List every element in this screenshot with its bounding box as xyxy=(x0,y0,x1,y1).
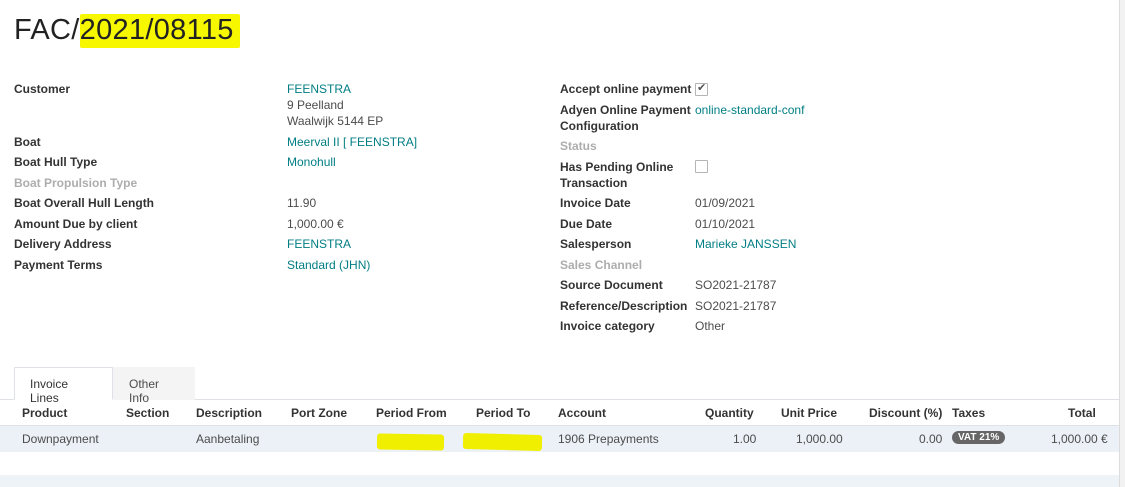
boat-label: Boat xyxy=(14,135,41,149)
tab-invoice-lines[interactable]: Invoice Lines xyxy=(14,367,113,405)
cell-description: Aanbetaling xyxy=(196,432,260,446)
accept-online-label: Accept online payment xyxy=(560,82,692,96)
payment-terms-label: Payment Terms xyxy=(14,258,103,272)
invoice-date-label: Invoice Date xyxy=(560,196,631,210)
cell-quantity: 1.00 xyxy=(733,432,757,446)
table-footer-band xyxy=(0,475,1119,487)
invoice-title-number: 2021/08115 xyxy=(79,14,240,48)
col-header-period-to[interactable]: Period To xyxy=(476,406,530,420)
cell-unit-price: 1,000.00 xyxy=(796,432,843,446)
scrollbar-gutter[interactable] xyxy=(1119,0,1125,487)
hull-length-label: Boat Overall Hull Length xyxy=(14,196,155,210)
col-header-section[interactable]: Section xyxy=(126,406,169,420)
accept-online-checkbox[interactable] xyxy=(695,81,708,96)
col-header-discount[interactable]: Discount (%) xyxy=(869,406,942,420)
tab-other-info-label: Other Info xyxy=(129,377,160,405)
col-header-unit-price[interactable]: Unit Price xyxy=(781,406,837,420)
customer-label: Customer xyxy=(14,82,71,96)
customer-link[interactable]: FEENSTRA xyxy=(287,82,351,96)
cell-product: Downpayment xyxy=(22,432,99,446)
cell-discount: 0.00 xyxy=(919,432,943,446)
due-date-label: Due Date xyxy=(560,217,613,231)
salesperson-link[interactable]: Marieke JANSSEN xyxy=(695,237,796,251)
payment-terms-link[interactable]: Standard (JHN) xyxy=(287,258,370,272)
pending-label-line2: Transaction xyxy=(560,176,628,190)
invoice-title: FAC/2021/08115 xyxy=(14,14,240,48)
tab-other-info[interactable]: Other Info xyxy=(113,367,195,405)
due-date-value: 01/10/2021 xyxy=(695,217,756,231)
pending-checkbox[interactable] xyxy=(695,160,708,173)
delivery-address-label: Delivery Address xyxy=(14,237,112,251)
salesperson-label: Salesperson xyxy=(560,237,632,251)
reference-value: SO2021-21787 xyxy=(695,299,777,313)
boat-link[interactable]: Meerval II [ FEENSTRA] xyxy=(287,135,417,149)
tab-invoice-lines-label: Invoice Lines xyxy=(30,377,69,405)
adyen-label-line1: Adyen Online Payment xyxy=(560,103,691,117)
customer-address-line2: Waalwijk 5144 EP xyxy=(287,114,384,128)
source-document-label: Source Document xyxy=(560,278,663,292)
col-header-port-zone[interactable]: Port Zone xyxy=(291,406,347,420)
invoice-form-sheet: FAC/2021/08115 Customer FEENSTRA 9 Peell… xyxy=(0,0,1119,487)
reference-label: Reference/Description xyxy=(560,299,688,313)
invoice-title-prefix: FAC/ xyxy=(14,14,80,46)
col-header-total[interactable]: Total xyxy=(1068,406,1096,420)
col-header-quantity[interactable]: Quantity xyxy=(705,406,754,420)
col-header-period-from[interactable]: Period From xyxy=(376,406,447,420)
cell-total: 1,000.00 € xyxy=(1051,432,1108,446)
source-document-value: SO2021-21787 xyxy=(695,278,777,292)
invoice-category-label: Invoice category xyxy=(560,319,655,333)
tax-badge: VAT 21% xyxy=(952,431,1006,444)
col-header-product[interactable]: Product xyxy=(22,406,67,420)
period-from-highlight xyxy=(376,433,445,451)
sales-channel-label: Sales Channel xyxy=(560,258,643,272)
amount-due-value: 1,000.00 € xyxy=(287,217,344,231)
delivery-address-link[interactable]: FEENSTRA xyxy=(287,237,351,251)
hull-type-label: Boat Hull Type xyxy=(14,155,98,169)
amount-due-label: Amount Due by client xyxy=(14,217,138,231)
adyen-config-link[interactable]: online-standard-conf xyxy=(695,103,804,117)
adyen-label-line2: Configuration xyxy=(560,119,639,133)
col-header-taxes[interactable]: Taxes xyxy=(952,406,985,420)
hull-type-link[interactable]: Monohull xyxy=(287,155,336,169)
pending-label-line1: Has Pending Online xyxy=(560,160,674,174)
propulsion-label: Boat Propulsion Type xyxy=(14,176,138,190)
col-header-account[interactable]: Account xyxy=(558,406,606,420)
invoice-category-value: Other xyxy=(695,319,726,333)
customer-address-line1: 9 Peelland xyxy=(287,98,344,112)
col-header-description[interactable]: Description xyxy=(196,406,262,420)
invoice-date-value: 01/09/2021 xyxy=(695,196,756,210)
cell-account: 1906 Prepayments xyxy=(558,432,659,446)
status-label: Status xyxy=(560,139,597,153)
hull-length-value: 11.90 xyxy=(287,196,317,210)
period-to-highlight xyxy=(462,432,543,452)
